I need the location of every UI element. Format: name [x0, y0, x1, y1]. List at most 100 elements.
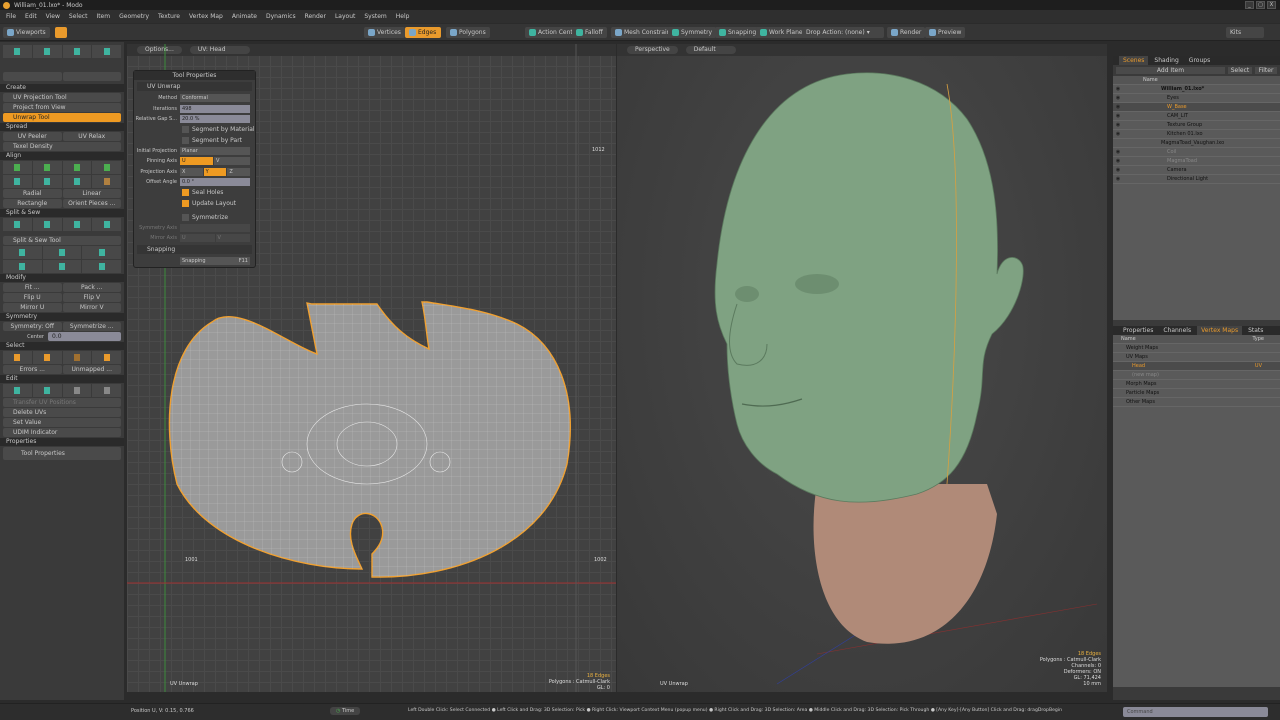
align-top-button[interactable] — [3, 161, 32, 174]
offset-angle-input[interactable]: 0.0 ° — [180, 178, 250, 186]
tool-properties-button[interactable]: Tool Properties — [3, 447, 121, 460]
menu-select[interactable]: Select — [69, 13, 88, 20]
eye-icon[interactable]: ◉ — [1113, 166, 1123, 175]
flip-v-button[interactable]: Flip V — [62, 293, 121, 302]
orient-pieces-button[interactable]: Orient Pieces ... — [62, 199, 121, 208]
sew-button-5[interactable] — [42, 260, 82, 273]
snapping-button[interactable]: Snapping — [715, 27, 761, 38]
mirror-u-field[interactable]: U — [180, 234, 215, 242]
menu-view[interactable]: View — [46, 13, 60, 20]
menu-texture[interactable]: Texture — [158, 13, 180, 20]
method-dropdown[interactable]: Conformal — [180, 94, 250, 102]
sew-button-4[interactable] — [3, 260, 42, 273]
command-input[interactable]: Command — [1123, 707, 1268, 717]
segment-material-checkbox[interactable] — [182, 126, 189, 133]
project-from-view-button[interactable]: Project from View — [3, 103, 121, 112]
minimize-button[interactable]: _ — [1245, 1, 1254, 9]
symmetry-button[interactable]: Symmetry — [668, 27, 717, 38]
select-button-1[interactable] — [3, 351, 32, 364]
pin-u-button[interactable]: U — [180, 157, 213, 165]
uv-projection-tool-button[interactable]: UV Projection Tool — [3, 93, 121, 102]
set-value-button[interactable]: Set Value — [3, 418, 121, 427]
rotate-tool-button[interactable] — [32, 45, 62, 58]
split-button-4[interactable] — [92, 218, 121, 231]
menu-layout[interactable]: Layout — [335, 13, 355, 20]
pack-button[interactable]: Pack ... — [62, 283, 121, 292]
eye-icon[interactable]: ◉ — [1113, 130, 1123, 139]
iterations-input[interactable]: 498 — [180, 104, 250, 113]
mesh-constraint-button[interactable]: Mesh Constraint — [611, 27, 677, 38]
edit-button-2[interactable] — [32, 384, 62, 397]
vmap-type-header[interactable]: Type — [1253, 335, 1280, 344]
time-button[interactable]: ◷ Time — [330, 707, 361, 715]
texel-density-button[interactable]: Texel Density — [3, 142, 121, 151]
symmetry-header[interactable]: Symmetry — [0, 313, 124, 321]
menu-dynamics[interactable]: Dynamics — [266, 13, 296, 20]
scale-tool-button[interactable] — [62, 45, 92, 58]
rotate-90-button[interactable] — [62, 175, 92, 188]
symmetrize-button[interactable]: Symmetrize ... — [62, 322, 121, 331]
select-button-2[interactable] — [32, 351, 62, 364]
pin-button[interactable] — [3, 72, 62, 81]
mirror-v-button[interactable]: Mirror V — [62, 303, 121, 312]
edit-header[interactable]: Edit — [0, 375, 124, 383]
sew-button-3[interactable] — [82, 246, 122, 259]
menu-render[interactable]: Render — [305, 13, 326, 20]
pin-v-button[interactable]: V — [214, 157, 250, 165]
symmetry-dropdown[interactable]: Symmetry: Off — [3, 322, 62, 331]
modify-header[interactable]: Modify — [0, 274, 124, 282]
select-header[interactable]: Select — [0, 342, 124, 350]
uv-peeler-button[interactable]: UV Peeler — [3, 132, 62, 141]
rotate-cw-button[interactable] — [32, 175, 62, 188]
tab-groups[interactable]: Groups — [1185, 56, 1214, 65]
menu-geometry[interactable]: Geometry — [119, 13, 149, 20]
kits-button[interactable]: Kits — [1226, 27, 1264, 38]
properties-header[interactable]: Properties — [0, 438, 124, 446]
select-button-4[interactable] — [92, 351, 121, 364]
seal-holes-checkbox[interactable] — [182, 189, 189, 196]
update-layout-checkbox[interactable] — [182, 199, 189, 207]
menu-item[interactable]: Item — [96, 13, 110, 20]
create-header[interactable]: Create — [0, 84, 124, 92]
menu-system[interactable]: System — [364, 13, 386, 20]
uv-relax-button[interactable]: UV Relax — [62, 132, 121, 141]
polygons-button[interactable]: Polygons — [446, 27, 490, 38]
align-bottom-button[interactable] — [32, 161, 62, 174]
layout-toggle-button[interactable] — [55, 27, 67, 38]
select-button[interactable]: Select — [1228, 67, 1252, 74]
move-tool-button[interactable] — [3, 45, 32, 58]
uv-island[interactable] — [168, 301, 571, 578]
radial-button[interactable]: Radial — [3, 189, 62, 198]
eye-icon[interactable]: ◉ — [1113, 148, 1123, 157]
rectangle-button[interactable]: Rectangle — [3, 199, 62, 208]
tab-channels[interactable]: Channels — [1159, 326, 1195, 335]
mirror-v-field[interactable]: V — [215, 234, 250, 242]
eye-icon[interactable]: ◉ — [1113, 112, 1123, 121]
drop-action-dropdown[interactable]: Drop Action: (none) ▾ — [802, 27, 884, 38]
split-sew-tool-button[interactable]: Split & Sew Tool — [3, 236, 121, 245]
tree-item[interactable]: ◉ Directional Light — [1113, 175, 1280, 184]
align-header[interactable]: Align — [0, 152, 124, 160]
falloff-button[interactable]: Falloff — [572, 27, 607, 38]
unwrap-tool-button[interactable]: Unwrap Tool — [3, 113, 121, 122]
close-button[interactable]: X — [1267, 1, 1276, 9]
linear-button[interactable]: Linear — [62, 189, 121, 198]
layout-viewports-button[interactable]: Viewports — [3, 27, 50, 38]
preview-button[interactable]: Preview — [925, 27, 966, 38]
menu-vertex-map[interactable]: Vertex Map — [189, 13, 223, 20]
vertices-button[interactable]: Vertices — [364, 27, 405, 38]
eye-icon[interactable]: ◉ — [1113, 175, 1123, 184]
center-input[interactable]: 0.0 — [48, 332, 121, 341]
proj-z-button[interactable]: Z — [227, 167, 251, 176]
tab-scenes[interactable]: Scenes — [1119, 56, 1149, 65]
split-button-1[interactable] — [3, 218, 32, 231]
split-button-2[interactable] — [32, 218, 62, 231]
initial-projection-dropdown[interactable]: Planar — [180, 146, 250, 155]
edit-button-3[interactable] — [62, 384, 92, 397]
flip-u-button[interactable]: Flip U — [3, 293, 62, 302]
udim-indicator-button[interactable]: UDIM Indicator — [3, 428, 121, 437]
work-plane-button[interactable]: Work Plane — [756, 27, 807, 38]
straighten-button[interactable] — [92, 175, 121, 188]
edit-button-1[interactable] — [3, 384, 32, 397]
add-item-dropdown[interactable]: Add Item — [1116, 67, 1225, 74]
